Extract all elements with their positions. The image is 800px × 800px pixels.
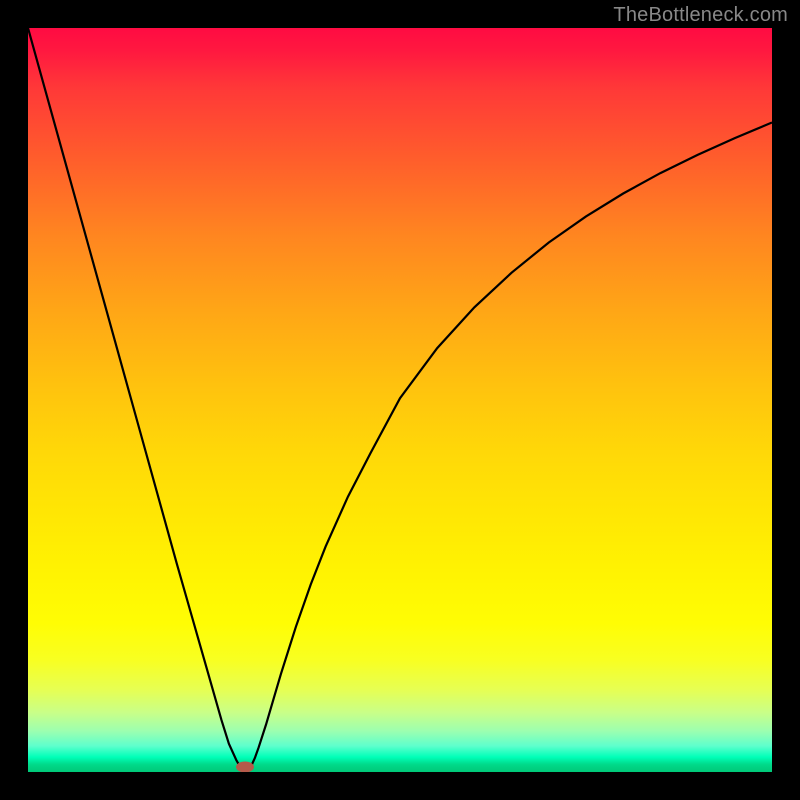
watermark-text: TheBottleneck.com — [613, 4, 788, 27]
chart-frame: TheBottleneck.com — [0, 0, 800, 800]
plot-area — [28, 28, 772, 772]
minimum-marker-icon — [236, 762, 254, 773]
curve-layer — [28, 28, 772, 772]
bottleneck-curve — [28, 28, 772, 771]
